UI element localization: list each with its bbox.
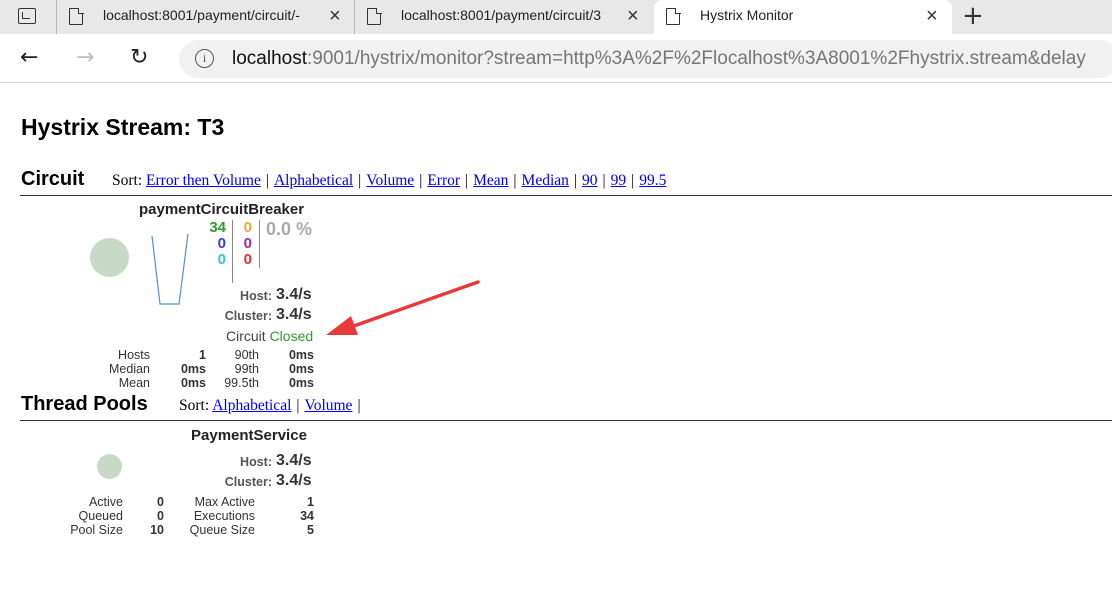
- threadpool-sort-bar: Sort: Alphabetical | Volume |: [179, 397, 361, 414]
- queue-size-value: 5: [307, 523, 314, 537]
- info-icon[interactable]: i: [195, 49, 214, 68]
- tab-actions-icon[interactable]: [18, 8, 36, 24]
- rejected-count: 0: [243, 235, 252, 252]
- mean-label: Mean: [118, 376, 150, 390]
- threadpool-section-title: Thread Pools: [21, 393, 148, 415]
- close-icon[interactable]: ×: [627, 5, 639, 27]
- sort-volume-link[interactable]: Volume: [366, 172, 414, 189]
- p99-label: 99th: [234, 362, 259, 376]
- host-label: Host:: [240, 455, 272, 469]
- queued-value: 0: [157, 509, 164, 523]
- max-active-label: Max Active: [194, 495, 255, 509]
- page-title: Hystrix Stream: T3: [21, 114, 225, 140]
- circuit-status-value: Closed: [269, 328, 314, 344]
- threadpool-divider: [20, 420, 1112, 421]
- host-rate: 3.4/s: [276, 452, 312, 469]
- circuit-divider: [20, 195, 1112, 196]
- active-label: Active: [88, 495, 123, 509]
- hosts-label: Hosts: [118, 348, 150, 362]
- circuit-name: paymentCircuitBreaker: [139, 201, 305, 218]
- url-host: localhost: [232, 48, 307, 69]
- queued-label: Queued: [78, 509, 123, 523]
- hosts-value: 1: [199, 348, 206, 362]
- address-bar[interactable]: i localhost:9001/hystrix/monitor?stream=…: [179, 40, 1112, 78]
- tab-title: localhost:8001/payment/circuit/3: [401, 7, 601, 23]
- browser-tab-bar: localhost:8001/payment/circuit/- × local…: [0, 0, 1112, 34]
- close-icon[interactable]: ×: [329, 5, 341, 27]
- counter-divider: [232, 220, 233, 283]
- sort-error-then-volume-link[interactable]: Error then Volume: [146, 172, 261, 189]
- sort-alphabetical-link[interactable]: Alphabetical: [212, 397, 291, 414]
- error-percentage: 0.0 %: [266, 219, 313, 239]
- cluster-label: Cluster:: [224, 309, 272, 323]
- active-value: 0: [157, 495, 164, 509]
- circuit-health-circle: [90, 238, 129, 277]
- counter-divider: [259, 220, 260, 268]
- median-label: Median: [109, 362, 150, 376]
- executions-label: Executions: [193, 509, 255, 523]
- median-value: 0ms: [180, 362, 206, 376]
- sort-label: Sort:: [179, 397, 210, 414]
- page-icon: [666, 7, 681, 25]
- circuit-status-prefix: Circuit: [226, 328, 266, 344]
- host-rate: 3.4/s: [276, 286, 312, 303]
- mean-value: 0ms: [180, 376, 206, 390]
- tab-title: Hystrix Monitor: [700, 7, 794, 23]
- tab-title: localhost:8001/payment/circuit/-: [103, 7, 300, 23]
- sort-99-link[interactable]: 99: [611, 172, 627, 189]
- sort-alphabetical-link[interactable]: Alphabetical: [274, 172, 353, 189]
- timeout-count: 0: [243, 219, 252, 236]
- browser-tab-2[interactable]: localhost:8001/payment/circuit/3 ×: [354, 0, 652, 34]
- bad-request-count: 0: [217, 251, 226, 268]
- back-arrow-icon[interactable]: ←: [20, 44, 38, 72]
- max-active-value: 1: [307, 495, 314, 509]
- executions-value: 34: [300, 509, 314, 523]
- host-label: Host:: [240, 289, 272, 303]
- circuit-status: Circuit Closed: [226, 328, 313, 344]
- new-tab-icon[interactable]: +: [962, 2, 984, 30]
- browser-tab-1[interactable]: localhost:8001/payment/circuit/- ×: [56, 0, 354, 34]
- browser-tab-active[interactable]: Hystrix Monitor ×: [654, 0, 952, 34]
- p99-value: 0ms: [288, 362, 314, 376]
- close-icon[interactable]: ×: [926, 5, 938, 27]
- failure-count: 0: [243, 251, 252, 268]
- p90-value: 0ms: [288, 348, 314, 362]
- annotation-arrow: [326, 280, 480, 335]
- p995-value: 0ms: [288, 376, 314, 390]
- sort-volume-link[interactable]: Volume: [305, 397, 353, 414]
- threadpool-health-circle: [97, 454, 122, 479]
- page-icon: [69, 7, 84, 25]
- sort-mean-link[interactable]: Mean: [473, 172, 508, 189]
- pool-size-label: Pool Size: [70, 523, 123, 537]
- sort-median-link[interactable]: Median: [522, 172, 569, 189]
- circuit-section-title: Circuit: [21, 168, 85, 190]
- short-circuited-count: 0: [217, 235, 226, 252]
- p90-label: 90th: [234, 348, 259, 362]
- url-rest: :9001/hystrix/monitor?stream=http%3A%2F%…: [307, 48, 1086, 69]
- p995-label: 99.5th: [224, 376, 259, 390]
- success-count: 34: [209, 219, 226, 236]
- forward-arrow-icon[interactable]: →: [76, 44, 94, 72]
- pool-size-value: 10: [150, 523, 164, 537]
- circuit-sparkline: [151, 233, 189, 305]
- page-icon: [367, 7, 382, 25]
- threadpool-name: PaymentService: [191, 427, 307, 444]
- address-toolbar: ← → ↻ i localhost:9001/hystrix/monitor?s…: [0, 34, 1112, 83]
- sort-90-link[interactable]: 90: [582, 172, 598, 189]
- sort-label: Sort:: [112, 172, 143, 189]
- cluster-rate: 3.4/s: [276, 306, 312, 323]
- cluster-label: Cluster:: [224, 475, 272, 489]
- circuit-sort-bar: Sort: Error then Volume | Alphabetical | Vol…: [112, 172, 667, 189]
- cluster-rate: 3.4/s: [276, 472, 312, 489]
- url-text[interactable]: localhost:9001/hystrix/monitor?stream=ht…: [232, 48, 1086, 70]
- refresh-icon[interactable]: ↻: [130, 44, 148, 72]
- sort-error-link[interactable]: Error: [427, 172, 460, 189]
- queue-size-label: Queue Size: [189, 523, 255, 537]
- sort-99-5-link[interactable]: 99.5: [639, 172, 666, 189]
